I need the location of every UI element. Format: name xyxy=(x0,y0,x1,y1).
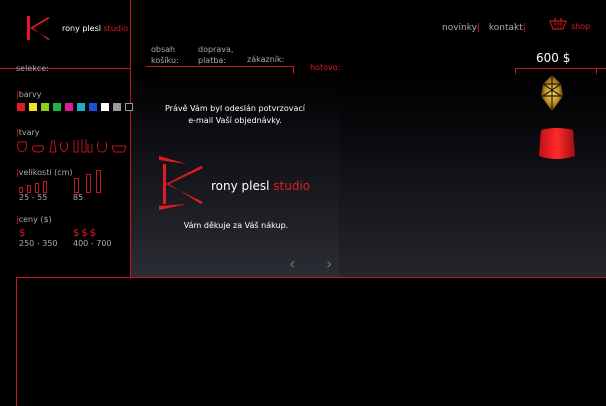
velikosti-heading: |velikosti (cm) xyxy=(16,168,73,177)
logo-mark-icon xyxy=(27,16,50,40)
step-obsah-kosiku[interactable]: obsah košíku: xyxy=(151,44,179,66)
shape-pair-icon[interactable] xyxy=(81,139,93,153)
size-range-small: 25 - 55 xyxy=(19,193,48,202)
shape-vase-icon[interactable] xyxy=(17,141,27,153)
shape-tall-vase-icon[interactable] xyxy=(49,139,57,153)
nav-kontakt[interactable]: kontakt xyxy=(489,23,523,33)
size-bar-7[interactable] xyxy=(96,170,101,193)
color-swatch[interactable] xyxy=(89,103,97,111)
color-swatch[interactable] xyxy=(77,103,85,111)
velikosti-label: velikosti (cm) xyxy=(18,168,73,177)
ceny-label: ceny ($) xyxy=(18,215,52,224)
brand-name: rony plesl studio xyxy=(62,24,128,33)
logo[interactable] xyxy=(24,14,52,44)
selekce-label: selekce: xyxy=(16,64,49,73)
studio-logo-studio: studio xyxy=(273,179,311,193)
shape-dish-icon[interactable] xyxy=(111,145,127,153)
right-panel xyxy=(339,74,606,277)
shape-round-icon[interactable] xyxy=(97,141,107,153)
color-swatch[interactable] xyxy=(65,103,73,111)
step-hotovo: hotovo: xyxy=(310,63,341,72)
basket-icon xyxy=(549,17,567,30)
color-swatch[interactable] xyxy=(53,103,61,111)
studio-logo-icon xyxy=(159,156,203,210)
cart-top-line xyxy=(515,68,606,69)
shape-drop-icon[interactable] xyxy=(59,141,69,153)
studio-logo-text: rony plesl studio xyxy=(211,179,310,193)
brand-studio-text: studio xyxy=(103,24,129,33)
price-high-symbol[interactable]: $$$ xyxy=(73,228,98,239)
footer-top-line xyxy=(16,277,606,278)
barvy-heading: |barvy xyxy=(16,90,42,99)
next-arrow-icon[interactable]: › xyxy=(326,254,332,273)
shape-bowl-icon[interactable] xyxy=(32,145,44,153)
red-bowl-image xyxy=(539,128,575,159)
confirmation-line2: e-mail Vaší objednávky. xyxy=(188,116,282,125)
size-bar-5[interactable] xyxy=(74,178,79,193)
step-2-line1: doprava, xyxy=(198,45,234,54)
footer-left-line xyxy=(16,277,17,406)
size-bar-6[interactable] xyxy=(86,174,91,193)
gold-vase-image xyxy=(541,75,563,111)
size-bar-3[interactable] xyxy=(35,183,39,193)
top-nav: novinky| kontakt| xyxy=(442,23,526,33)
color-swatch[interactable] xyxy=(113,103,121,111)
prev-arrow-icon[interactable]: ‹ xyxy=(289,254,295,273)
color-swatch[interactable] xyxy=(101,103,109,111)
shop-link[interactable]: shop xyxy=(549,17,590,32)
studio-logo-large xyxy=(157,156,207,214)
shop-label: shop xyxy=(571,22,591,31)
nav-novinky[interactable]: novinky xyxy=(442,23,477,33)
confirmation-message: Právě Vám byl odeslán potvrzovací e-mail… xyxy=(131,103,339,127)
confirmation-line1: Právě Vám byl odeslán potvrzovací xyxy=(164,104,306,113)
color-swatch[interactable] xyxy=(17,103,25,111)
step-1-line1: obsah xyxy=(151,45,176,54)
step-connector xyxy=(293,66,294,74)
price-range-low: 250 - 350 xyxy=(19,239,58,248)
step-2-line2: platba: xyxy=(198,56,227,65)
cart-item-2[interactable] xyxy=(539,126,575,164)
cart-item-1[interactable] xyxy=(539,74,565,114)
size-bar-4[interactable] xyxy=(43,181,47,193)
step-1-line2: košíku: xyxy=(151,56,179,65)
size-bar-2[interactable] xyxy=(27,185,31,193)
step-zakaznik[interactable]: zákazník: xyxy=(247,55,284,64)
steps-underline xyxy=(146,66,293,67)
shape-cylinder-icon[interactable] xyxy=(73,140,79,153)
size-range-large: 85 xyxy=(73,193,84,202)
shape-icons xyxy=(16,136,128,158)
step-doprava-platba[interactable]: doprava, platba: xyxy=(198,44,233,66)
color-swatch[interactable] xyxy=(41,103,49,111)
cart-total: 600 $ xyxy=(536,51,571,65)
ceny-heading: |ceny ($) xyxy=(16,215,52,224)
brand-name-text: rony plesl xyxy=(62,24,101,33)
color-swatch[interactable] xyxy=(29,103,37,111)
thanks-message: Vám děkuje za Váš nákup. xyxy=(183,221,289,230)
barvy-label: barvy xyxy=(18,90,42,99)
price-range-high: 400 - 700 xyxy=(73,239,112,248)
price-low-symbol[interactable]: $ xyxy=(19,228,25,239)
studio-logo-name: rony plesl xyxy=(211,179,270,193)
